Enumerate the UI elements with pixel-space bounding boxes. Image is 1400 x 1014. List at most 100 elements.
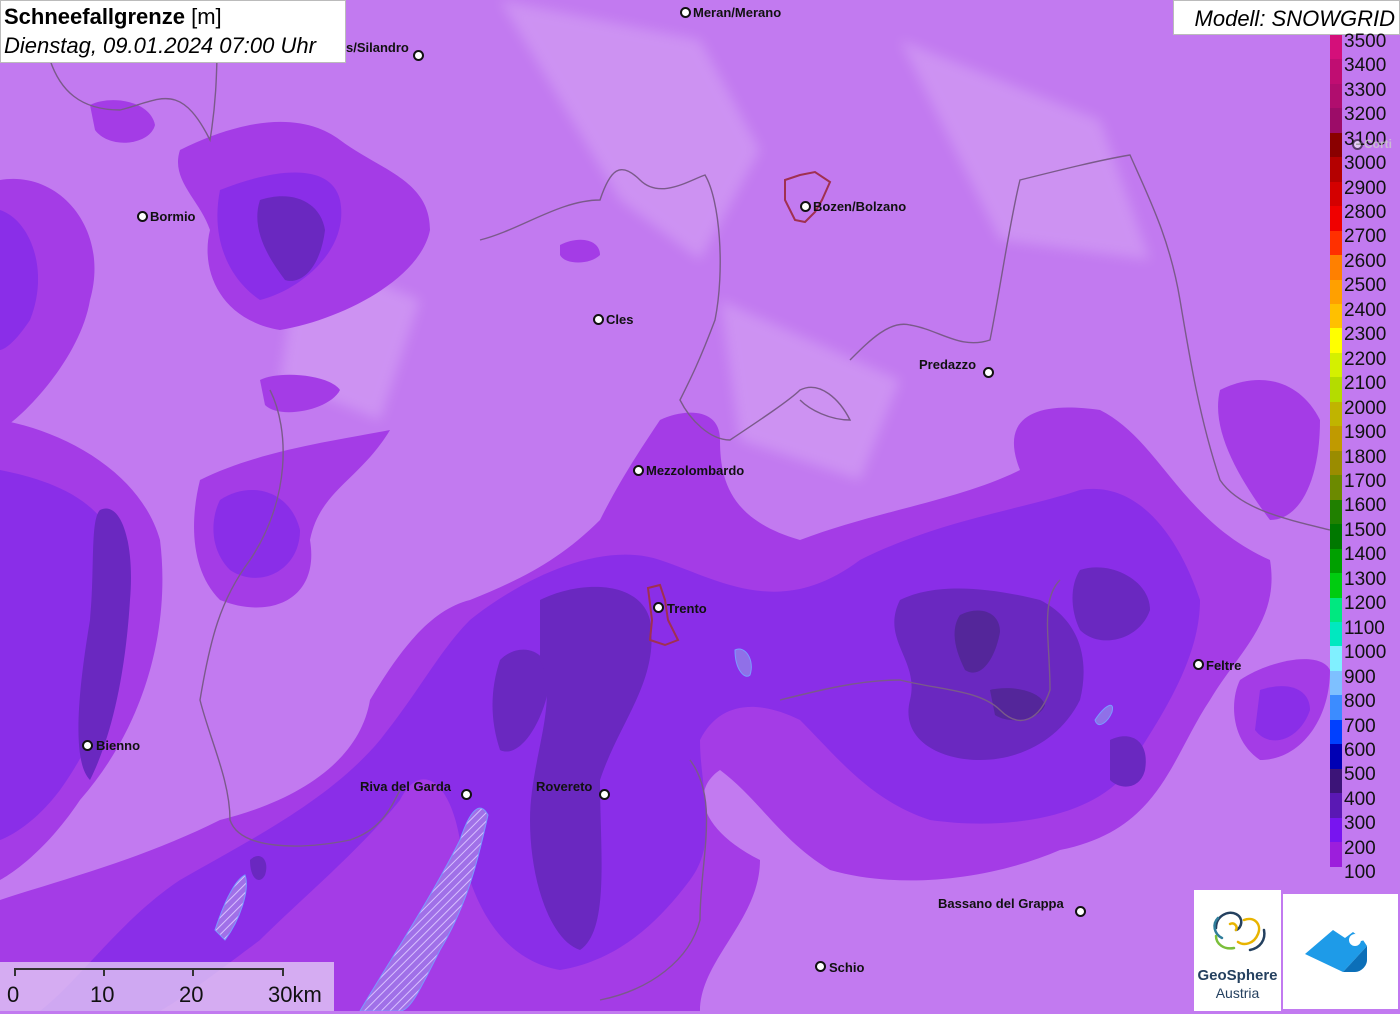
city-dot-bassano bbox=[1075, 906, 1086, 917]
city-label-silandro: s/Silandro bbox=[346, 40, 409, 55]
map-datetime: Dienstag, 09.01.2024 07:00 Uhr bbox=[4, 33, 316, 58]
legend-row: 2500 bbox=[1328, 273, 1400, 304]
legend-label: 1100 bbox=[1344, 617, 1385, 639]
legend-label: 1600 bbox=[1344, 495, 1387, 517]
legend-row: 2700 bbox=[1328, 224, 1400, 256]
legend-row: 900 bbox=[1328, 665, 1400, 696]
app-logo[interactable] bbox=[1283, 894, 1398, 1009]
legend-row: 1200 bbox=[1328, 591, 1400, 622]
legend-row: 200 bbox=[1328, 836, 1400, 867]
legend-row: 500 bbox=[1328, 762, 1400, 794]
city-dot-trento bbox=[653, 602, 664, 613]
city-dot-feltre bbox=[1193, 659, 1204, 670]
legend-row: 1900 bbox=[1328, 420, 1400, 451]
city-label-schio: Schio bbox=[829, 960, 865, 975]
legend-row: 2600 bbox=[1328, 249, 1400, 280]
city-dot-cles bbox=[593, 314, 604, 325]
city-dot-corti bbox=[1352, 139, 1363, 150]
legend-row: 3400 bbox=[1328, 53, 1400, 84]
legend-row: 2100 bbox=[1328, 371, 1400, 402]
legend-row: 1300 bbox=[1328, 567, 1400, 598]
legend-row: 2200 bbox=[1328, 347, 1400, 378]
geosphere-logo[interactable]: GeoSphere Austria bbox=[1194, 890, 1281, 1011]
legend-row: 100 bbox=[1328, 860, 1400, 891]
scale-tick bbox=[282, 968, 284, 976]
legend-label: 3300 bbox=[1344, 79, 1387, 101]
legend-row: 1100 bbox=[1328, 616, 1400, 647]
legend-label: 200 bbox=[1344, 837, 1376, 859]
city-dot-bienno bbox=[82, 740, 93, 751]
legend-row: 300 bbox=[1328, 811, 1400, 843]
city-label-bormio: Bormio bbox=[150, 209, 196, 224]
color-legend: 3500 3400 3300 3200 3100 3000 2900 2800 2700 2600… bbox=[1328, 31, 1400, 891]
legend-row: 400 bbox=[1328, 787, 1400, 818]
legend-label: 900 bbox=[1344, 666, 1376, 688]
legend-row: 800 bbox=[1328, 689, 1400, 720]
legend-label: 1700 bbox=[1344, 471, 1387, 492]
legend-row: 1700 bbox=[1328, 469, 1400, 500]
legend-label: 2700 bbox=[1344, 226, 1387, 248]
city-label-feltre: Feltre bbox=[1206, 658, 1242, 673]
city-dot-bozen bbox=[800, 201, 811, 212]
legend-label: 2600 bbox=[1344, 250, 1387, 272]
city-dot-predazzo bbox=[983, 367, 994, 378]
scale-label-20: 20 bbox=[179, 982, 204, 1007]
legend-label: 1300 bbox=[1344, 568, 1387, 590]
legend-label: 3500 bbox=[1344, 30, 1387, 52]
legend-row: 1600 bbox=[1328, 493, 1400, 525]
map-title-box: Schneefallgrenze [m] Dienstag, 09.01.202… bbox=[0, 0, 346, 63]
city-label-bassano: Bassano del Grappa bbox=[938, 896, 1064, 911]
legend-label: 2800 bbox=[1344, 201, 1387, 223]
city-dot-silandro bbox=[413, 50, 424, 61]
geosphere-emblem-icon bbox=[1213, 911, 1266, 952]
city-dot-bormio bbox=[137, 211, 148, 222]
legend-label: 1900 bbox=[1344, 422, 1387, 444]
legend-row: 3300 bbox=[1328, 78, 1400, 109]
legend-label: 3000 bbox=[1344, 153, 1387, 175]
legend-label: 2300 bbox=[1344, 324, 1387, 346]
city-dot-meran bbox=[680, 7, 691, 18]
city-label-mezzolombardo: Mezzolombardo bbox=[646, 463, 745, 478]
legend-label: 500 bbox=[1344, 764, 1376, 786]
legend-label: 2500 bbox=[1344, 275, 1387, 297]
legend-row: 1400 bbox=[1328, 542, 1400, 574]
legend-row: 1800 bbox=[1328, 445, 1400, 476]
city-label-corti: Corti bbox=[1364, 137, 1392, 151]
city-dot-riva bbox=[461, 789, 472, 800]
title-unit: [m] bbox=[191, 4, 222, 29]
legend-label: 1800 bbox=[1344, 446, 1387, 468]
city-label-bozen: Bozen/Bolzano bbox=[813, 199, 907, 214]
legend-label: 800 bbox=[1344, 691, 1376, 713]
scale-label-30km: 30km bbox=[268, 982, 322, 1007]
legend-label: 1200 bbox=[1344, 593, 1387, 615]
city-label-trento: Trento bbox=[667, 601, 707, 616]
legend-label: 1500 bbox=[1344, 519, 1387, 541]
legend-label: 2900 bbox=[1344, 177, 1387, 199]
scale-label-0: 0 bbox=[7, 982, 20, 1007]
city-label-bienno: Bienno bbox=[96, 738, 141, 753]
legend-row: 2300 bbox=[1328, 322, 1400, 353]
city-dot-rovereto bbox=[599, 789, 610, 800]
legend-label: 1000 bbox=[1344, 642, 1387, 664]
snowfall-limit-map[interactable] bbox=[0, 0, 1400, 1011]
city-label-cles: Cles bbox=[606, 312, 634, 327]
city-label-rovereto: Rovereto bbox=[536, 779, 593, 794]
legend-label: 400 bbox=[1344, 788, 1376, 810]
map-title: Schneefallgrenze [m] bbox=[4, 4, 222, 30]
legend-row: 1500 bbox=[1328, 518, 1400, 549]
city-label-riva: Riva del Garda bbox=[360, 779, 452, 794]
scale-tick bbox=[14, 968, 16, 976]
city-dot-mezzolombardo bbox=[633, 465, 644, 476]
legend-row: 2800 bbox=[1328, 200, 1400, 231]
legend-row: 700 bbox=[1328, 714, 1400, 745]
legend-label: 2400 bbox=[1344, 299, 1387, 321]
legend-row: 3000 bbox=[1328, 151, 1400, 182]
scale-tick bbox=[192, 968, 194, 976]
geosphere-country: Austria bbox=[1215, 985, 1260, 1001]
legend-row: 600 bbox=[1328, 738, 1400, 769]
scale-tick bbox=[103, 968, 105, 976]
legend-label: 600 bbox=[1344, 740, 1376, 762]
legend-row: 2900 bbox=[1328, 176, 1400, 207]
legend-label: 700 bbox=[1344, 715, 1376, 737]
legend-label: 2000 bbox=[1344, 397, 1387, 419]
